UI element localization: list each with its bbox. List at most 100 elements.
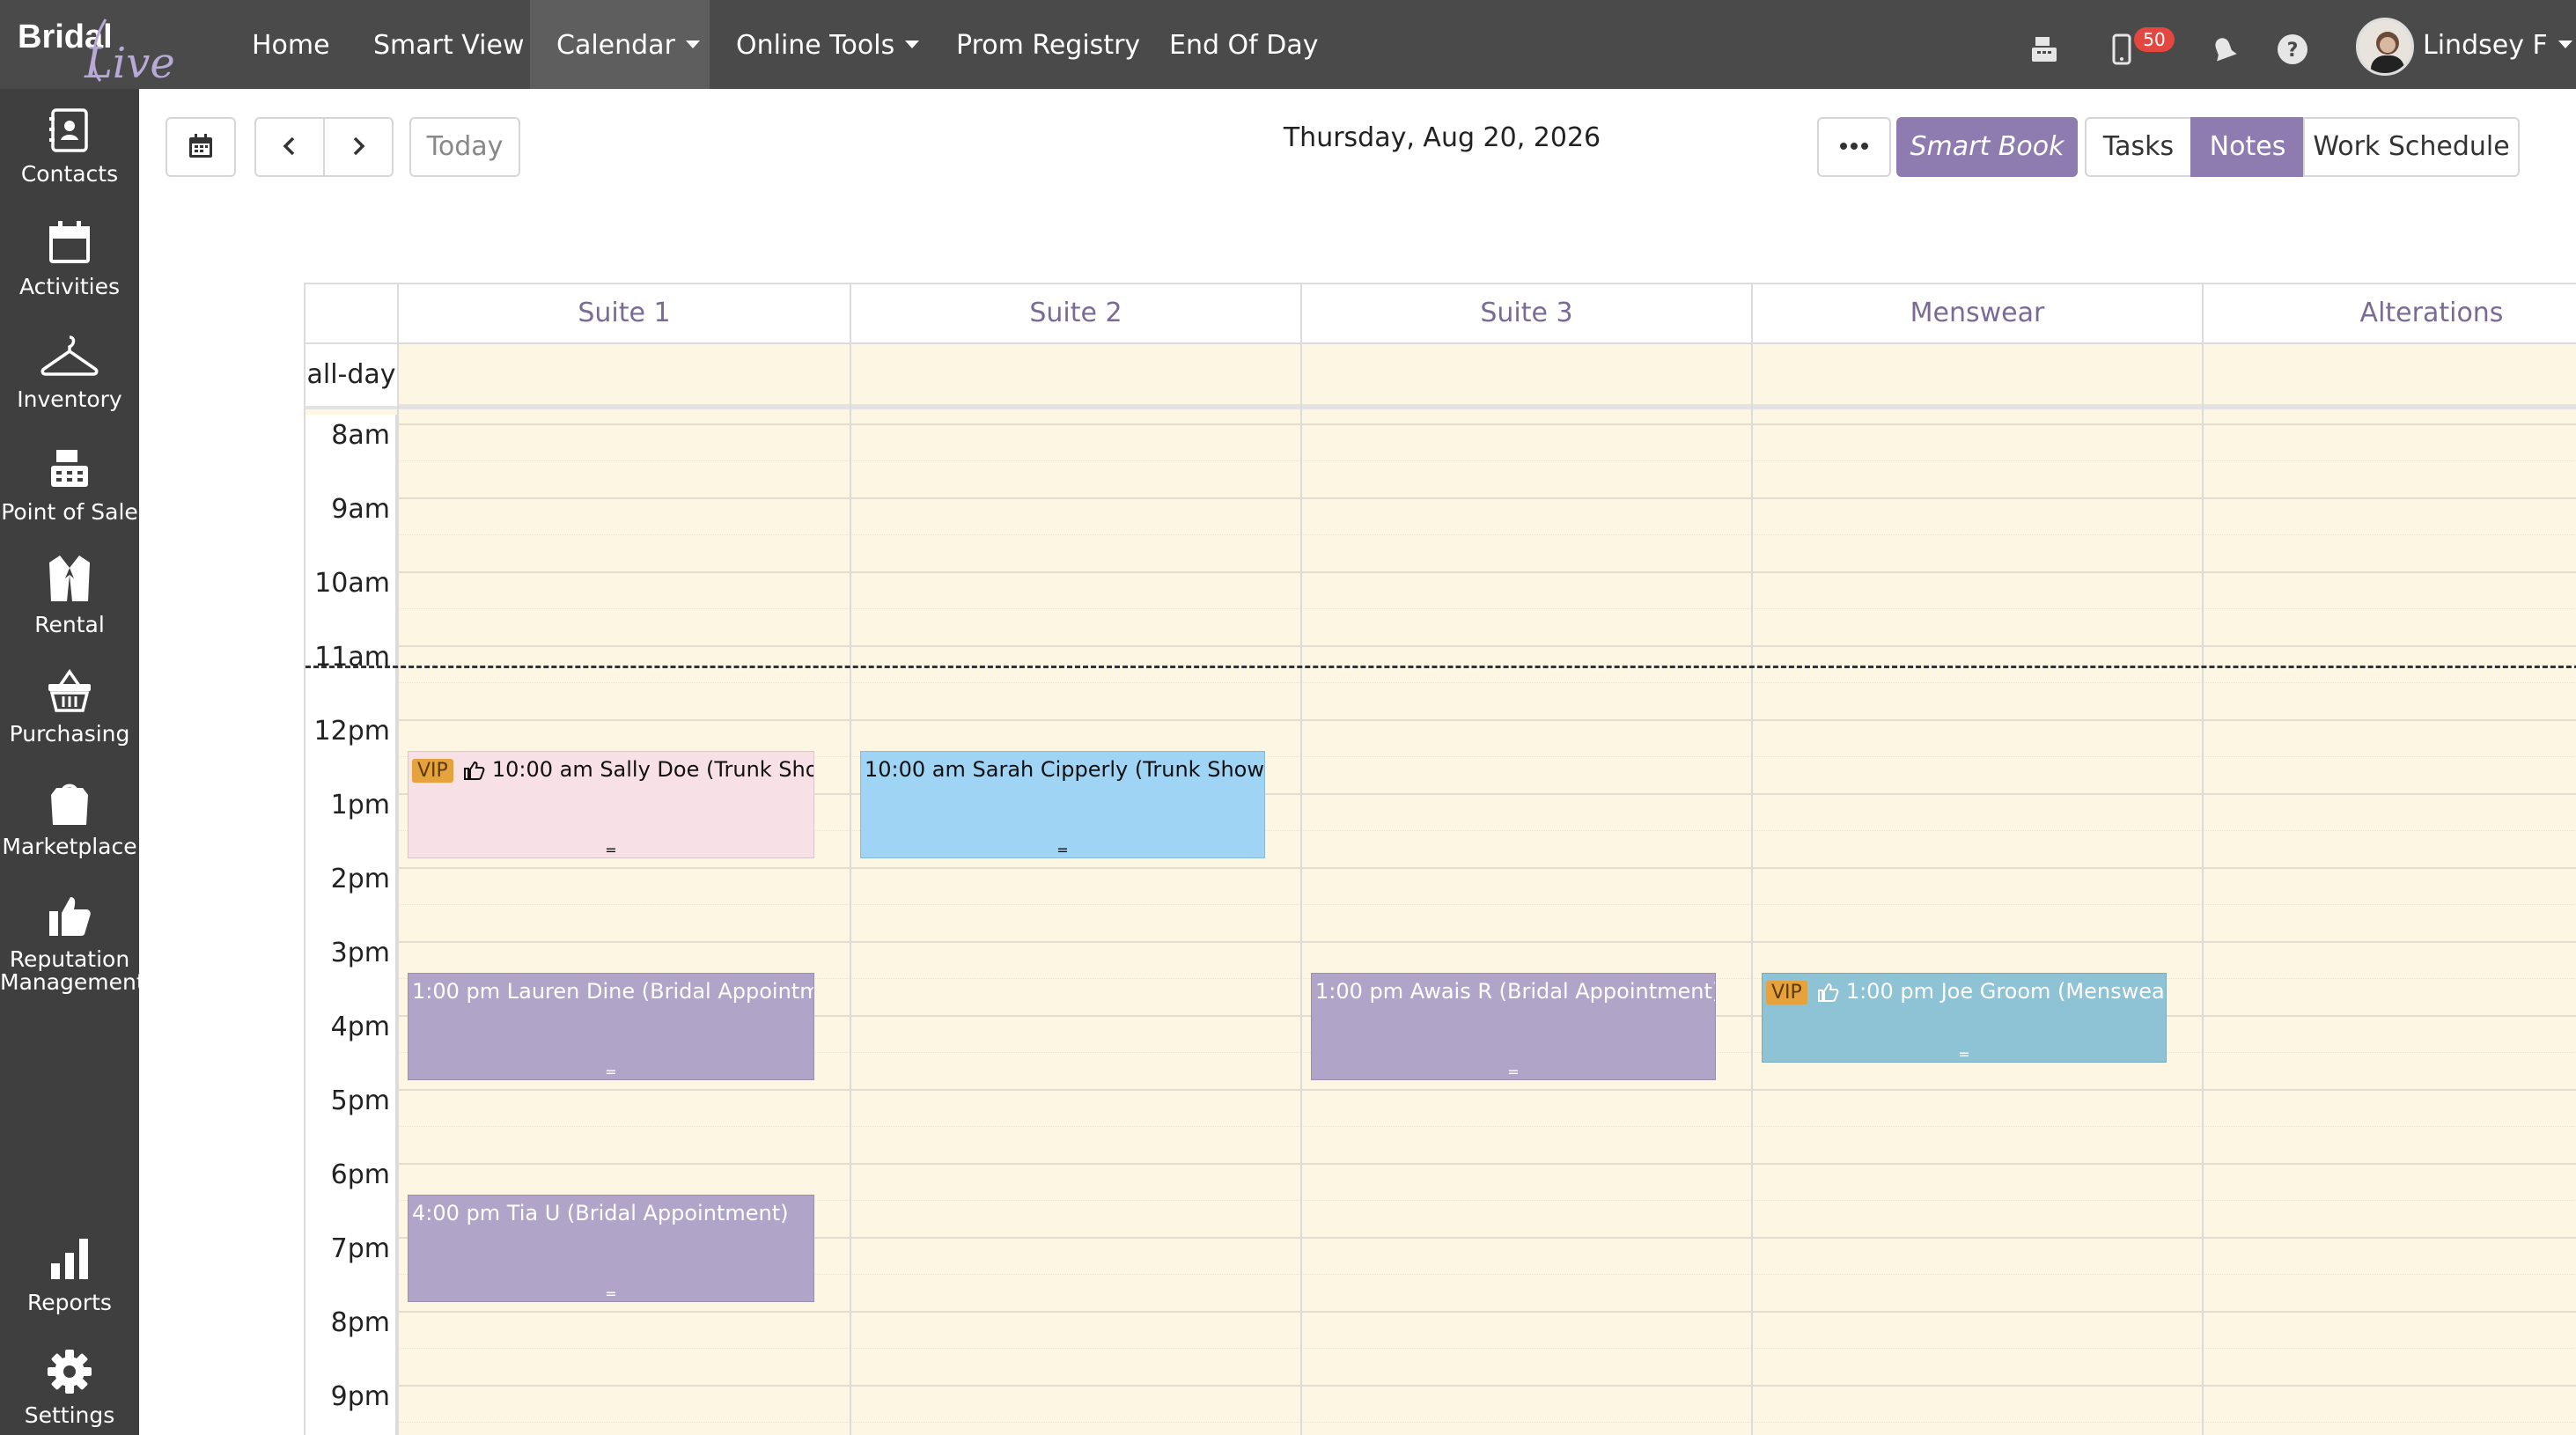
next-day-button[interactable] (323, 117, 394, 177)
hour-line (305, 571, 2576, 573)
event-title: 10:00 am Sarah Cipperly (Trunk Show App (865, 757, 1264, 782)
thumbs-up-icon (49, 897, 91, 936)
sidebar-item-point-of-sale[interactable]: Point of Sale (0, 445, 139, 524)
hour-label: 8pm (330, 1307, 390, 1338)
top-navbar: Bridal Live Home Smart View Calendar Onl… (0, 0, 2576, 89)
thumbs-up-icon (463, 761, 485, 780)
sidebar-item-label: Reputation Management (0, 946, 145, 995)
more-options-button[interactable] (1817, 117, 1891, 177)
sidebar-item-label: Purchasing (9, 721, 130, 747)
hour-label: 9am (331, 494, 390, 525)
resize-handle[interactable]: = (1763, 1048, 2166, 1062)
sidebar-item-label: Reports (27, 1290, 112, 1315)
resize-handle[interactable]: = (408, 1287, 813, 1301)
event-text: VIP 10:00 am Sally Doe (Trunk Show (412, 757, 814, 783)
event-lauren-dine[interactable]: 1:00 pm Lauren Dine (Bridal Appointment = (408, 973, 814, 1080)
sidebar-item-label: Settings (24, 1402, 115, 1428)
event-title: 1:00 pm Awais R (Bridal Appointment) (1315, 979, 1716, 1004)
event-joe-groom[interactable]: VIP 1:00 pm Joe Groom (Menswear A = (1762, 973, 2167, 1063)
resize-handle[interactable]: = (1312, 1065, 1715, 1079)
tasks-button[interactable]: Tasks (2085, 117, 2192, 177)
sidebar-item-contacts[interactable]: Contacts (0, 107, 139, 186)
prev-day-button[interactable] (254, 117, 325, 177)
smart-book-button[interactable]: Smart Book (1896, 117, 2078, 177)
column-divider (1300, 344, 1302, 1435)
work-schedule-button[interactable]: Work Schedule (2303, 117, 2520, 177)
event-title: 4:00 pm Tia U (Bridal Appointment) (412, 1201, 789, 1225)
sidebar-item-label: Activities (18, 274, 121, 299)
bridal-live-logo[interactable]: Bridal Live (16, 7, 201, 85)
event-title: 1:00 pm Joe Groom (Menswear A (1845, 979, 2167, 1004)
half-hour-line (397, 1422, 2576, 1423)
hour-line (305, 941, 2576, 943)
ellipsis-icon (1840, 142, 1868, 150)
event-title: 10:00 am Sally Doe (Trunk Show (491, 757, 814, 782)
hour-label: 10am (314, 568, 390, 599)
hour-line (305, 645, 2576, 647)
date-title: Thursday, Aug 20, 2026 (1283, 122, 1601, 153)
hour-label: 4pm (330, 1012, 390, 1042)
nav-calendar[interactable]: Calendar (530, 0, 710, 89)
column-header-suite-2: Suite 2 (850, 284, 1300, 342)
register-icon[interactable] (2027, 32, 2062, 67)
nav-smart-view[interactable]: Smart View (347, 0, 550, 89)
sidebar-item-rental[interactable]: Rental (0, 552, 139, 637)
event-title: 1:00 pm Lauren Dine (Bridal Appointment (412, 979, 814, 1004)
hour-label: 6pm (330, 1159, 390, 1190)
resize-handle[interactable]: = (408, 843, 813, 857)
user-name: Lindsey F (2423, 30, 2548, 61)
bell-icon[interactable] (2206, 32, 2241, 67)
sidebar-item-label: Inventory (17, 386, 122, 412)
event-sally-doe[interactable]: VIP 10:00 am Sally Doe (Trunk Show = (408, 751, 814, 858)
sidebar-item-inventory[interactable]: Inventory (0, 332, 139, 411)
shopping-bag-icon (51, 784, 88, 825)
nav-online-tools[interactable]: Online Tools (710, 0, 946, 89)
event-sarah-cipperly[interactable]: 10:00 am Sarah Cipperly (Trunk Show App = (860, 751, 1265, 858)
svg-text:?: ? (2287, 40, 2299, 62)
hour-label: 5pm (330, 1085, 390, 1116)
event-text: 10:00 am Sarah Cipperly (Trunk Show App (865, 757, 1264, 782)
calendar-icon (49, 221, 90, 263)
sidebar-item-label: Rental (34, 612, 105, 637)
gear-icon (48, 1350, 92, 1394)
hour-line (305, 1311, 2576, 1313)
caret-down-icon (2558, 40, 2572, 48)
notification-badge: 50 (2134, 27, 2175, 52)
hour-line (305, 1385, 2576, 1387)
sidebar-item-activities[interactable]: Activities (0, 219, 139, 298)
half-hour-line (397, 1348, 2576, 1349)
hour-line (305, 867, 2576, 869)
column-divider (1751, 344, 1753, 1435)
sidebar-item-purchasing[interactable]: Purchasing (0, 666, 139, 746)
date-picker-button[interactable] (166, 117, 236, 177)
column-header-suite-1: Suite 1 (397, 284, 850, 342)
nav-home[interactable]: Home (225, 0, 357, 89)
help-icon[interactable]: ? (2275, 32, 2310, 67)
sidebar-item-label: Contacts (20, 161, 119, 187)
today-button[interactable]: Today (409, 117, 520, 177)
half-hour-line (397, 904, 2576, 905)
all-day-row[interactable]: all-day (305, 344, 2576, 409)
resource-day-calendar: Suite 1 Suite 2 Suite 3 Menswear Alterat… (304, 283, 2576, 1435)
nav-end-of-day[interactable]: End Of Day (1143, 0, 1345, 89)
user-menu[interactable]: Lindsey F (2423, 0, 2572, 89)
event-text: VIP 1:00 pm Joe Groom (Menswear A (1766, 979, 2167, 1004)
calendar-icon (189, 133, 212, 158)
basket-icon (48, 668, 91, 712)
event-text: 1:00 pm Awais R (Bridal Appointment) (1315, 979, 1716, 1004)
sidebar-item-marketplace[interactable]: Marketplace (0, 779, 139, 858)
resize-handle[interactable]: = (861, 843, 1264, 857)
hour-line (305, 1089, 2576, 1091)
register-icon (51, 450, 88, 487)
event-awais-r[interactable]: 1:00 pm Awais R (Bridal Appointment) = (1311, 973, 1716, 1080)
event-tia-u[interactable]: 4:00 pm Tia U (Bridal Appointment) = (408, 1195, 814, 1302)
hour-label: 8am (331, 420, 390, 451)
sidebar-item-settings[interactable]: Settings (0, 1348, 139, 1427)
sidebar-item-reports[interactable]: Reports (0, 1235, 139, 1314)
notes-button[interactable]: Notes (2190, 117, 2305, 177)
resize-handle[interactable]: = (408, 1065, 813, 1079)
avatar[interactable] (2356, 18, 2414, 76)
event-text: 1:00 pm Lauren Dine (Bridal Appointment (412, 979, 814, 1004)
nav-prom-registry[interactable]: Prom Registry (930, 0, 1167, 89)
sidebar-item-reputation-management[interactable]: Reputation Management (0, 892, 145, 995)
